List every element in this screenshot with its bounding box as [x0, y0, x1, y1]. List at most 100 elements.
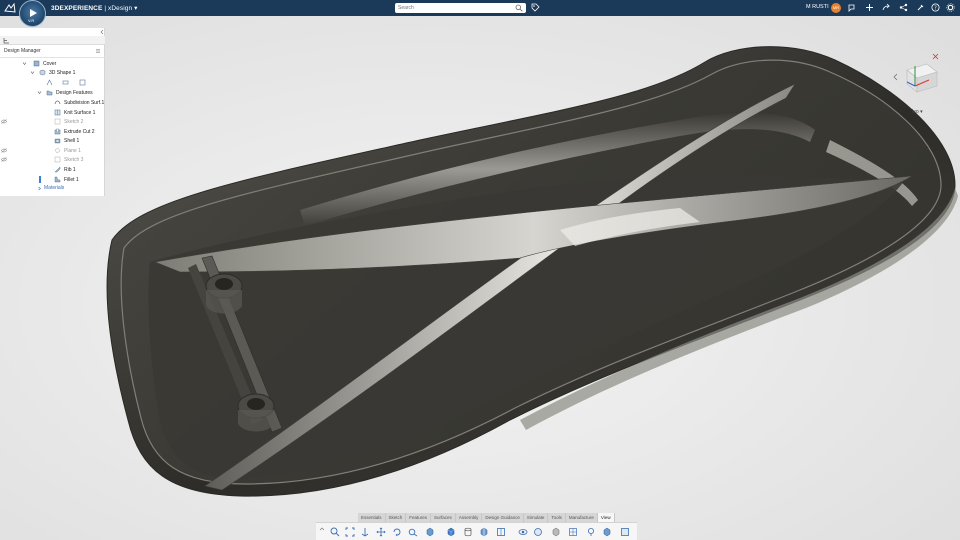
tools-icon[interactable] [916, 3, 925, 12]
tree-item-label: Fillet 1 [64, 176, 79, 183]
tree-item-rib[interactable]: Rib 1 [54, 166, 76, 174]
tree-item-materials[interactable]: Materials [44, 185, 64, 193]
chevron-right-icon[interactable] [37, 186, 42, 191]
layout-icon[interactable] [496, 527, 506, 537]
tab-assembly[interactable]: Assembly [455, 513, 483, 522]
toggle-panel-icon[interactable] [620, 527, 630, 537]
tab-features[interactable]: Features [406, 513, 432, 522]
plane-set-icon[interactable] [62, 79, 69, 86]
tree-item-label: Shell 1 [64, 137, 80, 144]
shell-icon [54, 138, 61, 144]
tree-item-fillet[interactable]: Fillet 1 [54, 176, 79, 184]
view-orientation-icon[interactable] [425, 527, 435, 537]
render-icon[interactable] [533, 527, 543, 537]
tree-item-label: Design Features [56, 89, 93, 96]
tree-item-label: Subdivision Surf.1 [64, 99, 105, 106]
tree-item-extrude-cut[interactable]: Extrude Cut 2 [54, 128, 95, 136]
subd-icon [54, 100, 61, 105]
view-orientation-select[interactable]: Iso ▾ [912, 109, 940, 119]
panel-title: Design Manager [4, 48, 41, 54]
tree-view-icon[interactable] [3, 37, 10, 44]
search-icon[interactable] [515, 4, 523, 12]
tree-item-3d-shape[interactable]: 3D Shape 1 [39, 69, 75, 77]
tag-icon[interactable] [531, 3, 540, 12]
search-box[interactable] [395, 3, 526, 13]
axis-set-icon[interactable] [79, 79, 86, 86]
network-icon[interactable] [899, 3, 908, 12]
chevron-down-icon: ▾ [134, 5, 138, 12]
user-name[interactable]: M RUSTI [806, 4, 829, 10]
lightbulb-icon[interactable] [586, 527, 596, 537]
share-icon[interactable] [847, 3, 856, 12]
cylinder-icon[interactable] [463, 527, 473, 537]
tab-sketch[interactable]: Sketch [385, 513, 407, 522]
tree-item-subdivision-surf[interactable]: Subdivision Surf.1 [54, 99, 104, 107]
3d-viewport[interactable]: Iso ▾ [0, 16, 960, 540]
zoom-fit-icon[interactable] [345, 527, 355, 537]
tree-item-cover[interactable]: Cover [33, 60, 56, 68]
normal-to-icon[interactable] [360, 527, 370, 537]
tab-tools[interactable]: Tools [548, 513, 566, 522]
look-at-icon[interactable] [408, 527, 418, 537]
model-canvas[interactable] [0, 16, 960, 540]
hide-show-icon[interactable] [518, 527, 528, 537]
fillet-icon [54, 176, 61, 183]
folder-icon [46, 90, 53, 96]
zoom-icon[interactable] [330, 527, 340, 537]
rib-icon [54, 166, 61, 173]
top-bar: 3DEXPERIENCE | xDesign ▾ M RUSTI MR ? [0, 0, 960, 16]
app-title[interactable]: 3DEXPERIENCE | xDesign ▾ [51, 4, 138, 12]
settings-icon[interactable] [946, 3, 955, 12]
share-arrow-icon[interactable] [882, 3, 891, 12]
tree-item-label: Sketch 3 [64, 156, 84, 163]
section-view-icon[interactable] [479, 527, 489, 537]
3ds-logo[interactable] [4, 2, 16, 14]
compass-widget[interactable]: V.R [19, 0, 46, 27]
shaded-cube-icon[interactable] [446, 527, 456, 537]
chevron-down-icon[interactable] [22, 61, 27, 66]
add-icon[interactable] [865, 3, 874, 12]
rotate-icon[interactable] [392, 527, 402, 537]
tree-item-label: Extrude Cut 2 [64, 128, 95, 135]
plane-icon [54, 147, 61, 154]
box-icon[interactable] [551, 527, 561, 537]
origin-icon[interactable] [46, 79, 53, 86]
hidden-eye-icon[interactable] [1, 157, 7, 162]
tree-item-sketch-3[interactable]: Sketch 3 [54, 156, 83, 164]
tree-item-label: 3D Shape 1 [49, 69, 76, 76]
tree-item-shell[interactable]: Shell 1 [54, 137, 79, 145]
part-icon [33, 60, 40, 67]
action-bar [316, 522, 637, 540]
chevron-down-icon[interactable] [37, 90, 42, 95]
tab-surfaces[interactable]: Surfaces [431, 513, 456, 522]
panel-separator [0, 57, 105, 58]
chevron-down-icon[interactable] [30, 70, 35, 75]
sketch-icon [54, 156, 61, 163]
tree-item-knit-surface[interactable]: Knit Surface 1 [54, 109, 95, 117]
tree-item-design-features[interactable]: Design Features [46, 89, 93, 97]
grid-icon[interactable] [568, 527, 578, 537]
pan-icon[interactable] [376, 527, 386, 537]
tree-item-sketch-2[interactable]: Sketch 2 [54, 118, 83, 126]
hidden-eye-icon[interactable] [1, 119, 7, 124]
tree-item-plane-1[interactable]: Plane 1 [54, 147, 81, 155]
collapse-panel-icon[interactable] [99, 29, 105, 35]
view-cube[interactable] [893, 52, 945, 100]
tree-item-label: Knit Surface 1 [64, 109, 96, 116]
hidden-eye-icon[interactable] [1, 148, 7, 153]
help-icon[interactable]: ? [931, 3, 940, 12]
panel-menu-icon[interactable] [95, 48, 101, 54]
chevron-down-icon: ▾ [920, 109, 923, 115]
tab-simulate[interactable]: Simulate [523, 513, 549, 522]
materials-icon[interactable] [602, 527, 612, 537]
user-avatar[interactable]: MR [831, 3, 841, 13]
brand-name: 3DEXPERIENCE [51, 5, 103, 12]
extrude-cut-icon [54, 128, 61, 135]
tab-design-guidance[interactable]: Design Guidance [482, 513, 524, 522]
search-input[interactable] [398, 4, 508, 12]
expand-toolbar-icon[interactable] [319, 527, 325, 537]
tab-view[interactable]: View [597, 513, 615, 522]
boss-lower [237, 393, 275, 432]
tab-manufacture[interactable]: Manufacture [565, 513, 598, 522]
tab-essentials[interactable]: Essentials [358, 513, 386, 522]
